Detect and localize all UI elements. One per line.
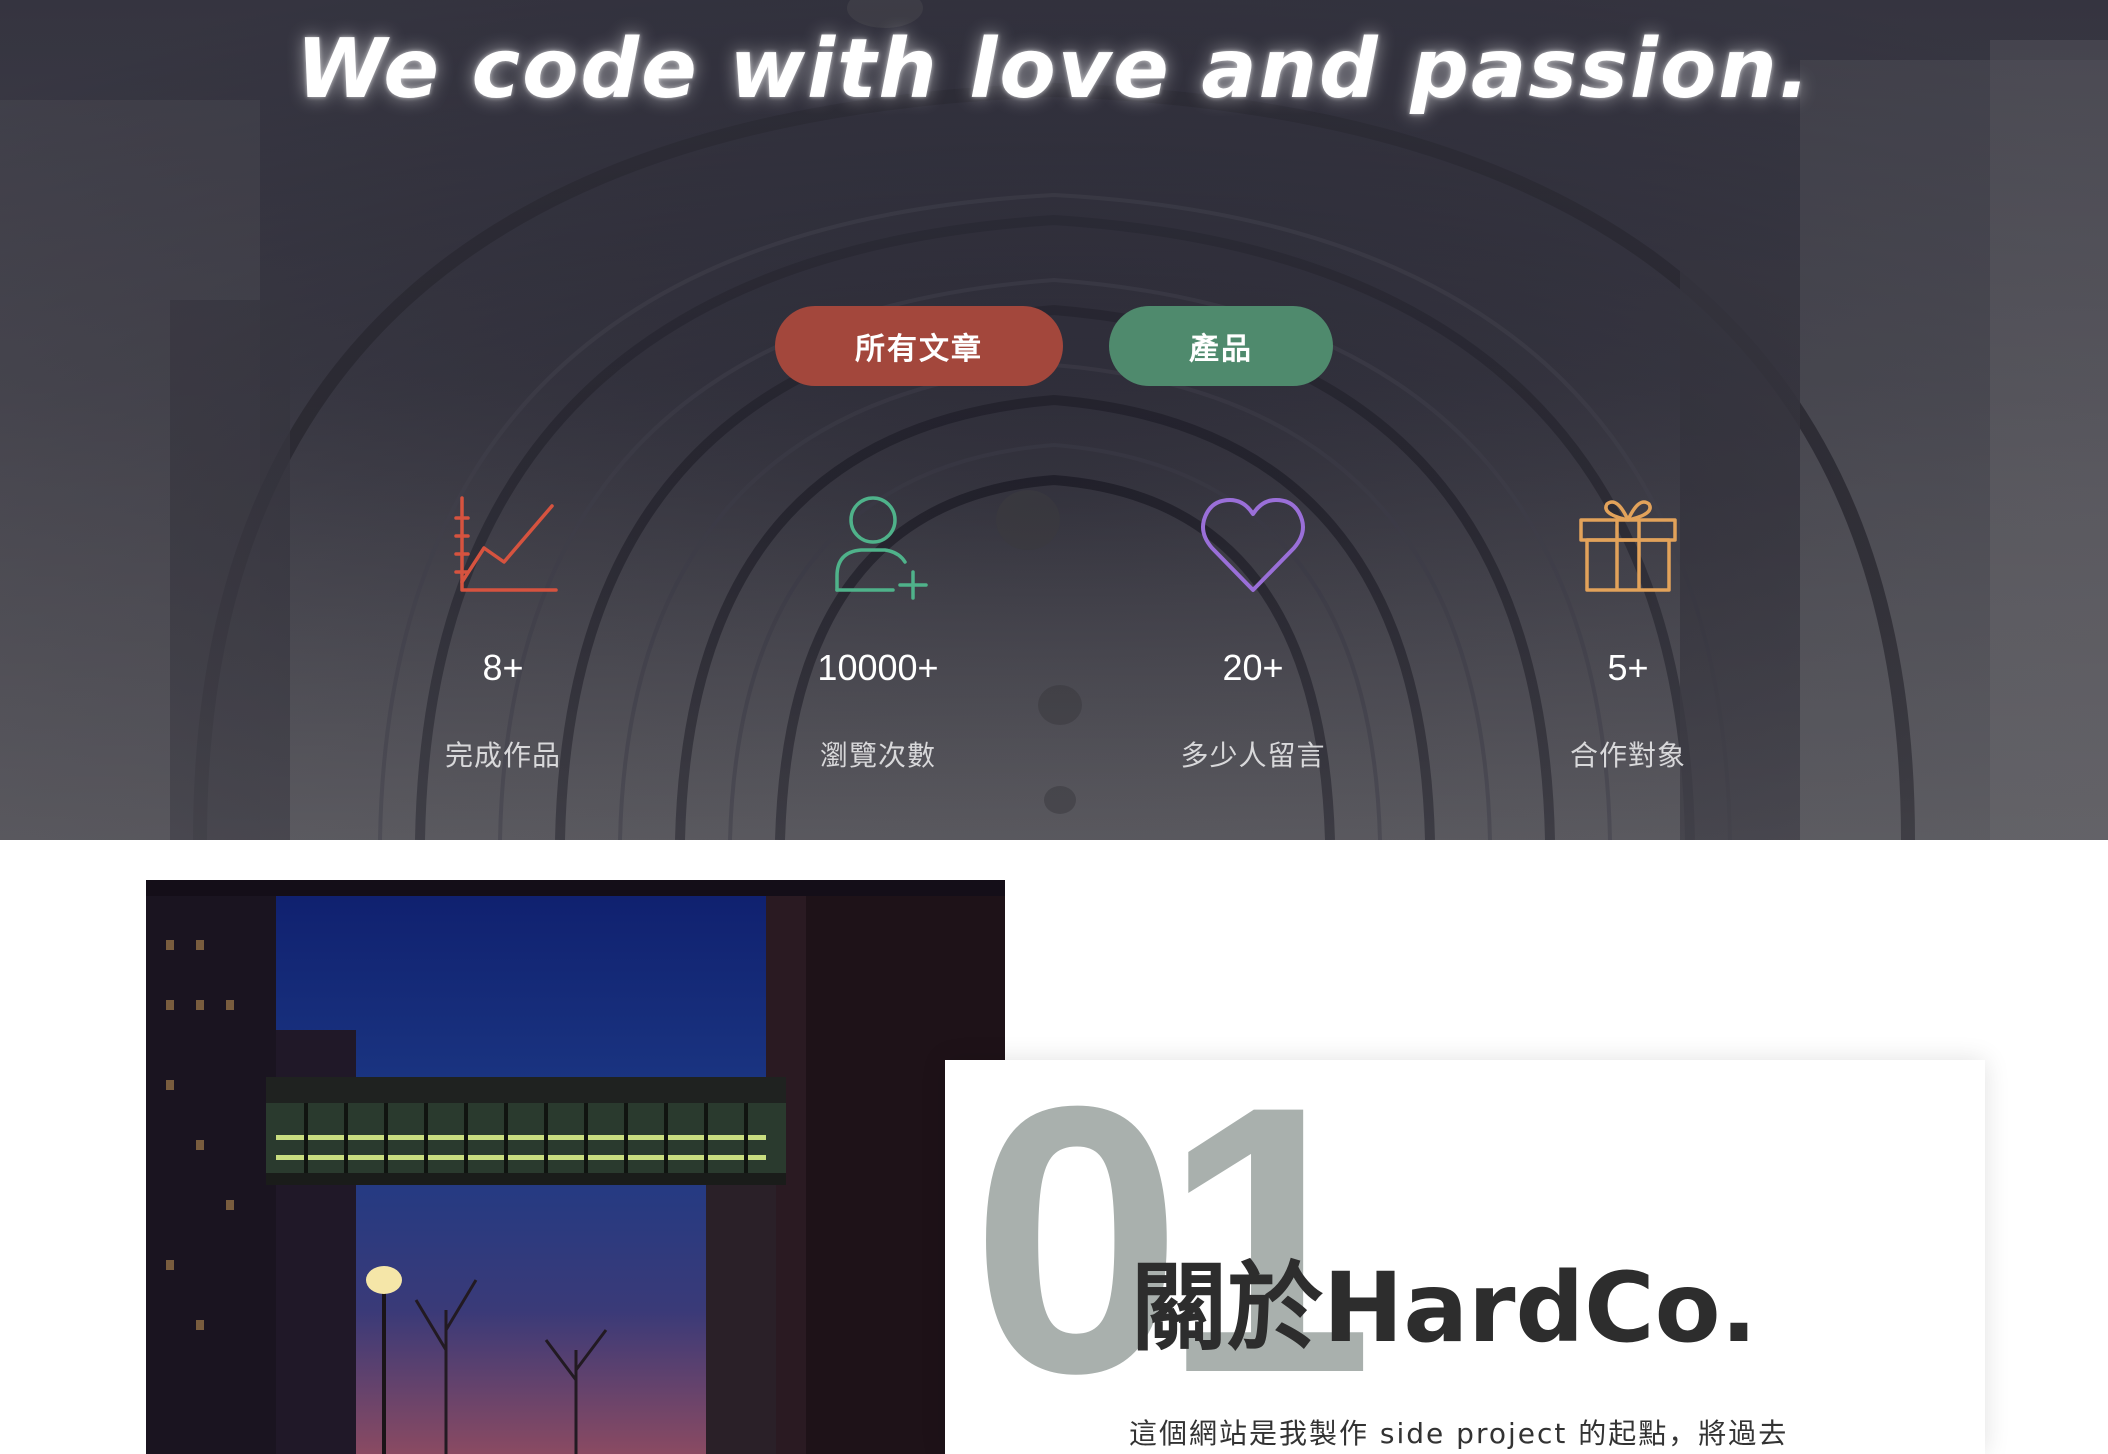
stat-projects: 8+ 完成作品 xyxy=(383,490,623,774)
stat-label: 合作對象 xyxy=(1569,739,1686,772)
heart-icon xyxy=(1201,498,1305,592)
hero-buttons: 所有文章 產品 xyxy=(0,306,2108,386)
products-button[interactable]: 產品 xyxy=(1109,306,1333,386)
add-user-icon xyxy=(835,496,928,600)
about-title: 關於HardCo. xyxy=(1131,1252,1758,1364)
about-photo xyxy=(146,880,1005,1454)
about-card: 01 關於HardCo. 這個網站是我製作 side project 的起點，將… xyxy=(945,1060,1985,1454)
stat-value: 8+ xyxy=(482,647,524,688)
line-chart-icon xyxy=(454,496,558,592)
about-description: 這個網站是我製作 side project 的起點，將過去 xyxy=(1129,1417,1789,1450)
stat-partners: 5+ 合作對象 xyxy=(1508,490,1748,774)
stats-row: 8+ 完成作品 10000+ 瀏覽次數 20+ 多少人留言 5+ 合作對象 xyxy=(0,490,2108,790)
gift-icon xyxy=(1579,500,1677,592)
stat-views: 10000+ 瀏覽次數 xyxy=(758,490,998,774)
stat-label: 多少人留言 xyxy=(1180,739,1326,772)
night-bridge-image xyxy=(146,880,1005,1454)
hero-section: We code with love and passion. 所有文章 產品 8… xyxy=(0,0,2108,840)
hero-title: We code with love and passion. xyxy=(296,22,1812,117)
stat-comments: 20+ 多少人留言 xyxy=(1133,490,1373,774)
stat-label: 瀏覽次數 xyxy=(819,739,936,772)
stat-value: 10000+ xyxy=(817,647,939,688)
stat-value: 20+ xyxy=(1222,647,1284,688)
stat-label: 完成作品 xyxy=(444,739,561,772)
stat-value: 5+ xyxy=(1607,647,1649,688)
all-articles-button[interactable]: 所有文章 xyxy=(775,306,1063,386)
